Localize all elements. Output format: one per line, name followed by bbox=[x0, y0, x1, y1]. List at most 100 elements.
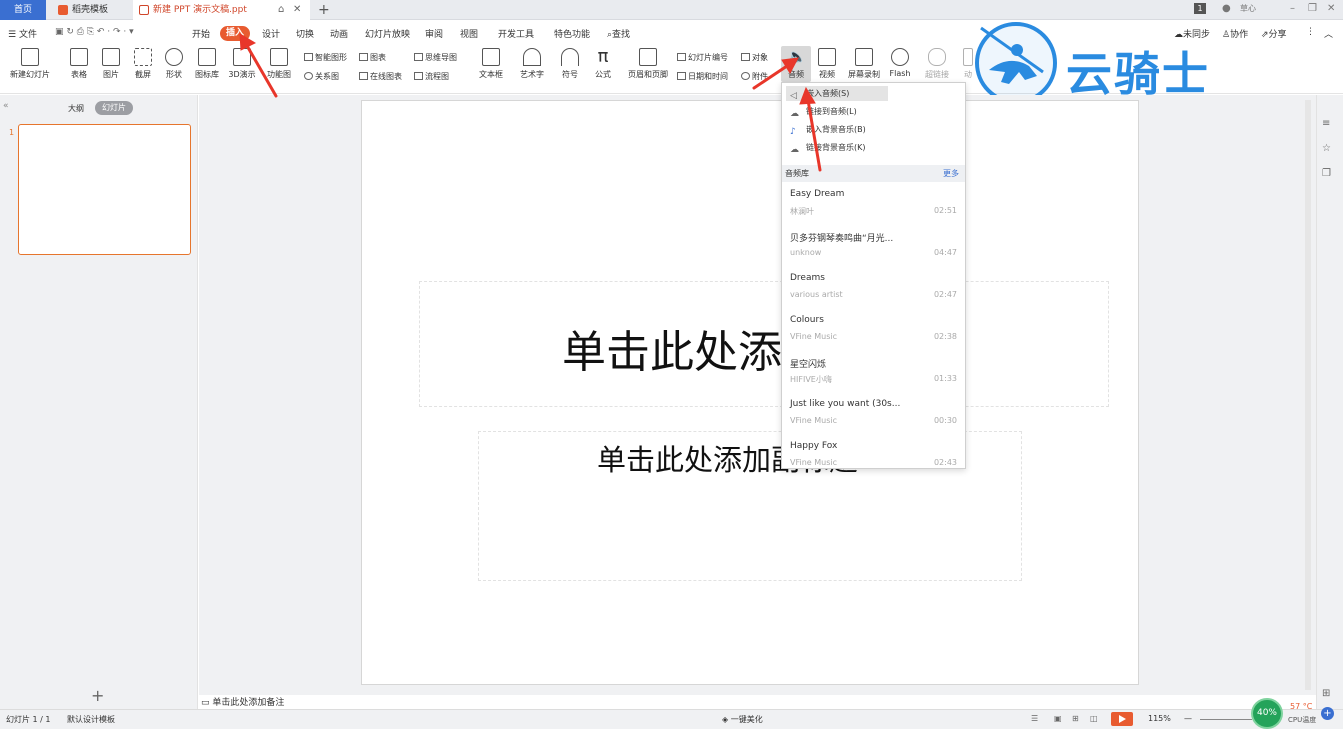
menu-slideshow[interactable]: 幻灯片放映 bbox=[365, 27, 410, 40]
textbox-button[interactable]: 文本框 bbox=[476, 48, 506, 80]
close-tab-icon[interactable]: ✕ bbox=[293, 0, 301, 20]
menu-view[interactable]: 视图 bbox=[460, 27, 478, 40]
song-title: Happy Fox bbox=[790, 441, 838, 451]
datetime-button[interactable]: 日期和时间 bbox=[677, 71, 728, 82]
search-menu[interactable]: ⌕查找 bbox=[607, 27, 630, 40]
add-slide-button[interactable]: + bbox=[91, 686, 104, 705]
minimize-icon[interactable]: – bbox=[1290, 3, 1295, 14]
notes-toggle-icon[interactable]: ☰ bbox=[1031, 714, 1038, 723]
copy-icon[interactable]: ❐ bbox=[1322, 168, 1331, 179]
collapse-ribbon-icon[interactable]: ︿ bbox=[1324, 27, 1333, 40]
link-bg-music-option[interactable]: ☁ 链接背景音乐(K) bbox=[786, 140, 888, 155]
slide-thumbnail[interactable] bbox=[18, 124, 191, 255]
screen-record-button[interactable]: 屏幕录制 bbox=[846, 48, 882, 80]
action-button[interactable]: 动 bbox=[960, 48, 976, 80]
menu-features[interactable]: 特色功能 bbox=[554, 27, 590, 40]
screenshot-button[interactable]: 截屏 bbox=[130, 48, 156, 80]
new-tab-button[interactable]: + bbox=[318, 0, 330, 20]
menu-start[interactable]: 开始 bbox=[192, 27, 210, 40]
user-name[interactable]: 草心 bbox=[1240, 3, 1256, 14]
song-item[interactable]: Just like you want (30s... VFine Music 00:… bbox=[782, 397, 965, 439]
more-link[interactable]: 更多 bbox=[943, 165, 959, 182]
online-chart-button[interactable]: 在线图表 bbox=[359, 71, 402, 82]
zoom-slider[interactable] bbox=[1200, 719, 1252, 720]
symbol-button[interactable]: 符号 bbox=[558, 48, 582, 80]
maximize-icon[interactable]: ❐ bbox=[1308, 3, 1317, 14]
template-tab[interactable]: 稻壳模板 bbox=[52, 0, 132, 20]
notes-area[interactable]: ▭ 单击此处添加备注 bbox=[201, 695, 284, 708]
zoom-level[interactable]: 115% bbox=[1148, 714, 1171, 723]
flowchart-button[interactable]: 流程图 bbox=[414, 71, 449, 82]
document-tab-label: 新建 PPT 演示文稿.ppt bbox=[153, 5, 247, 15]
quick-access-icons[interactable]: ▣ ↻ ⎙ ⎘ ↶ · ↷ · ▾ bbox=[55, 27, 134, 37]
table-button[interactable]: 表格 bbox=[66, 48, 92, 80]
collab-button[interactable]: ♙协作 bbox=[1222, 27, 1248, 40]
mindmap-button[interactable]: 思维导图 bbox=[414, 52, 457, 63]
video-button[interactable]: 视频 bbox=[814, 48, 840, 80]
attachment-button[interactable]: 附件 bbox=[741, 71, 768, 82]
song-item[interactable]: 星空闪烁 HIFIVE小嗨 01:33 bbox=[782, 355, 965, 397]
song-duration: 01:33 bbox=[933, 374, 957, 383]
chart-button[interactable]: 图表 bbox=[359, 52, 386, 63]
shape-button[interactable]: 形状 bbox=[161, 48, 187, 80]
flash-button[interactable]: Flash bbox=[888, 48, 912, 78]
file-menu[interactable]: ☰ 文件 bbox=[8, 27, 37, 40]
formula-button[interactable]: π 公式 bbox=[591, 48, 615, 80]
relation-label: 关系图 bbox=[315, 72, 339, 81]
title-placeholder-text[interactable]: 单击此处添 bbox=[562, 316, 782, 380]
outline-tab[interactable]: 大纲 bbox=[68, 103, 84, 114]
star-icon[interactable]: ☆ bbox=[1322, 143, 1331, 154]
settings-sliders-icon[interactable]: ≡ bbox=[1322, 118, 1330, 129]
pin-icon[interactable]: ⌂ bbox=[278, 0, 284, 20]
slide-number-button[interactable]: 幻灯片编号 bbox=[677, 52, 728, 63]
normal-view-icon[interactable]: ▣ bbox=[1054, 714, 1062, 723]
song-item[interactable]: Easy Dream 林澜叶 02:51 bbox=[782, 187, 965, 229]
play-slideshow-button[interactable] bbox=[1111, 712, 1133, 726]
online-chart-label: 在线图表 bbox=[370, 72, 402, 81]
function-chart-button[interactable]: 功能图 bbox=[264, 48, 294, 80]
menu-transition[interactable]: 切换 bbox=[296, 27, 314, 40]
beautify-button[interactable]: ◈ 一键美化 bbox=[722, 714, 763, 725]
relation-button[interactable]: 关系图 bbox=[304, 71, 339, 82]
3d-button[interactable]: 3D演示 bbox=[227, 48, 257, 80]
song-item[interactable]: Colours VFine Music 02:38 bbox=[782, 313, 965, 355]
vertical-scrollbar[interactable] bbox=[1305, 100, 1311, 690]
header-footer-button[interactable]: 页眉和页脚 bbox=[627, 48, 669, 80]
collapse-panel-icon[interactable]: « bbox=[3, 101, 9, 111]
icon-library-button[interactable]: 图标库 bbox=[193, 48, 221, 80]
template-name: 默认设计模板 bbox=[67, 715, 115, 724]
slides-tab[interactable]: 幻灯片 bbox=[95, 101, 133, 115]
menu-dev-tools[interactable]: 开发工具 bbox=[498, 27, 534, 40]
home-tab[interactable]: 首页 bbox=[0, 0, 46, 20]
object-button[interactable]: 对象 bbox=[741, 52, 768, 63]
menu-review[interactable]: 审阅 bbox=[425, 27, 443, 40]
menu-insert[interactable]: 插入 bbox=[220, 26, 250, 41]
notification-badge[interactable]: 1 bbox=[1194, 3, 1206, 14]
grid-icon[interactable]: ⊞ bbox=[1322, 688, 1330, 699]
embed-audio-option[interactable]: ◁ 嵌入音频(S) bbox=[786, 86, 888, 101]
zoom-in-icon[interactable]: + bbox=[1321, 707, 1334, 720]
song-item[interactable]: 贝多芬钢琴奏鸣曲“月光... unknow 04:47 bbox=[782, 229, 965, 271]
audio-button-content[interactable]: 🔈 音频 bbox=[781, 48, 811, 80]
reading-view-icon[interactable]: ◫ bbox=[1090, 714, 1098, 723]
song-item[interactable]: Happy Fox VFine Music 02:43 bbox=[782, 439, 965, 468]
share-button[interactable]: ⇗分享 bbox=[1261, 27, 1287, 40]
document-tab[interactable]: 新建 PPT 演示文稿.ppt ⌂ ✕ bbox=[133, 0, 310, 20]
new-slide-button[interactable]: 新建幻灯片 bbox=[5, 48, 55, 80]
picture-button[interactable]: 图片 bbox=[98, 48, 124, 80]
wordart-button[interactable]: 艺术字 bbox=[516, 48, 548, 80]
sorter-view-icon[interactable]: ⊞ bbox=[1072, 714, 1079, 723]
close-window-icon[interactable]: ✕ bbox=[1327, 3, 1335, 14]
cpu-temperature: 57 °C bbox=[1290, 702, 1313, 711]
menu-animation[interactable]: 动画 bbox=[330, 27, 348, 40]
zoom-out-icon[interactable]: — bbox=[1184, 714, 1192, 723]
menu-design[interactable]: 设计 bbox=[262, 27, 280, 40]
link-audio-option[interactable]: ☁ 链接到音频(L) bbox=[786, 104, 888, 119]
user-avatar-icon[interactable]: ● bbox=[1222, 3, 1231, 14]
smart-shape-button[interactable]: 智能图形 bbox=[304, 52, 347, 63]
song-item[interactable]: Dreams various artist 02:47 bbox=[782, 271, 965, 313]
embed-bg-music-option[interactable]: ♪ 嵌入背景音乐(B) bbox=[786, 122, 888, 137]
more-options-icon[interactable]: ⋮ bbox=[1306, 27, 1315, 37]
icon-library-icon bbox=[198, 48, 216, 66]
hyperlink-button[interactable]: 超链接 bbox=[922, 48, 952, 80]
